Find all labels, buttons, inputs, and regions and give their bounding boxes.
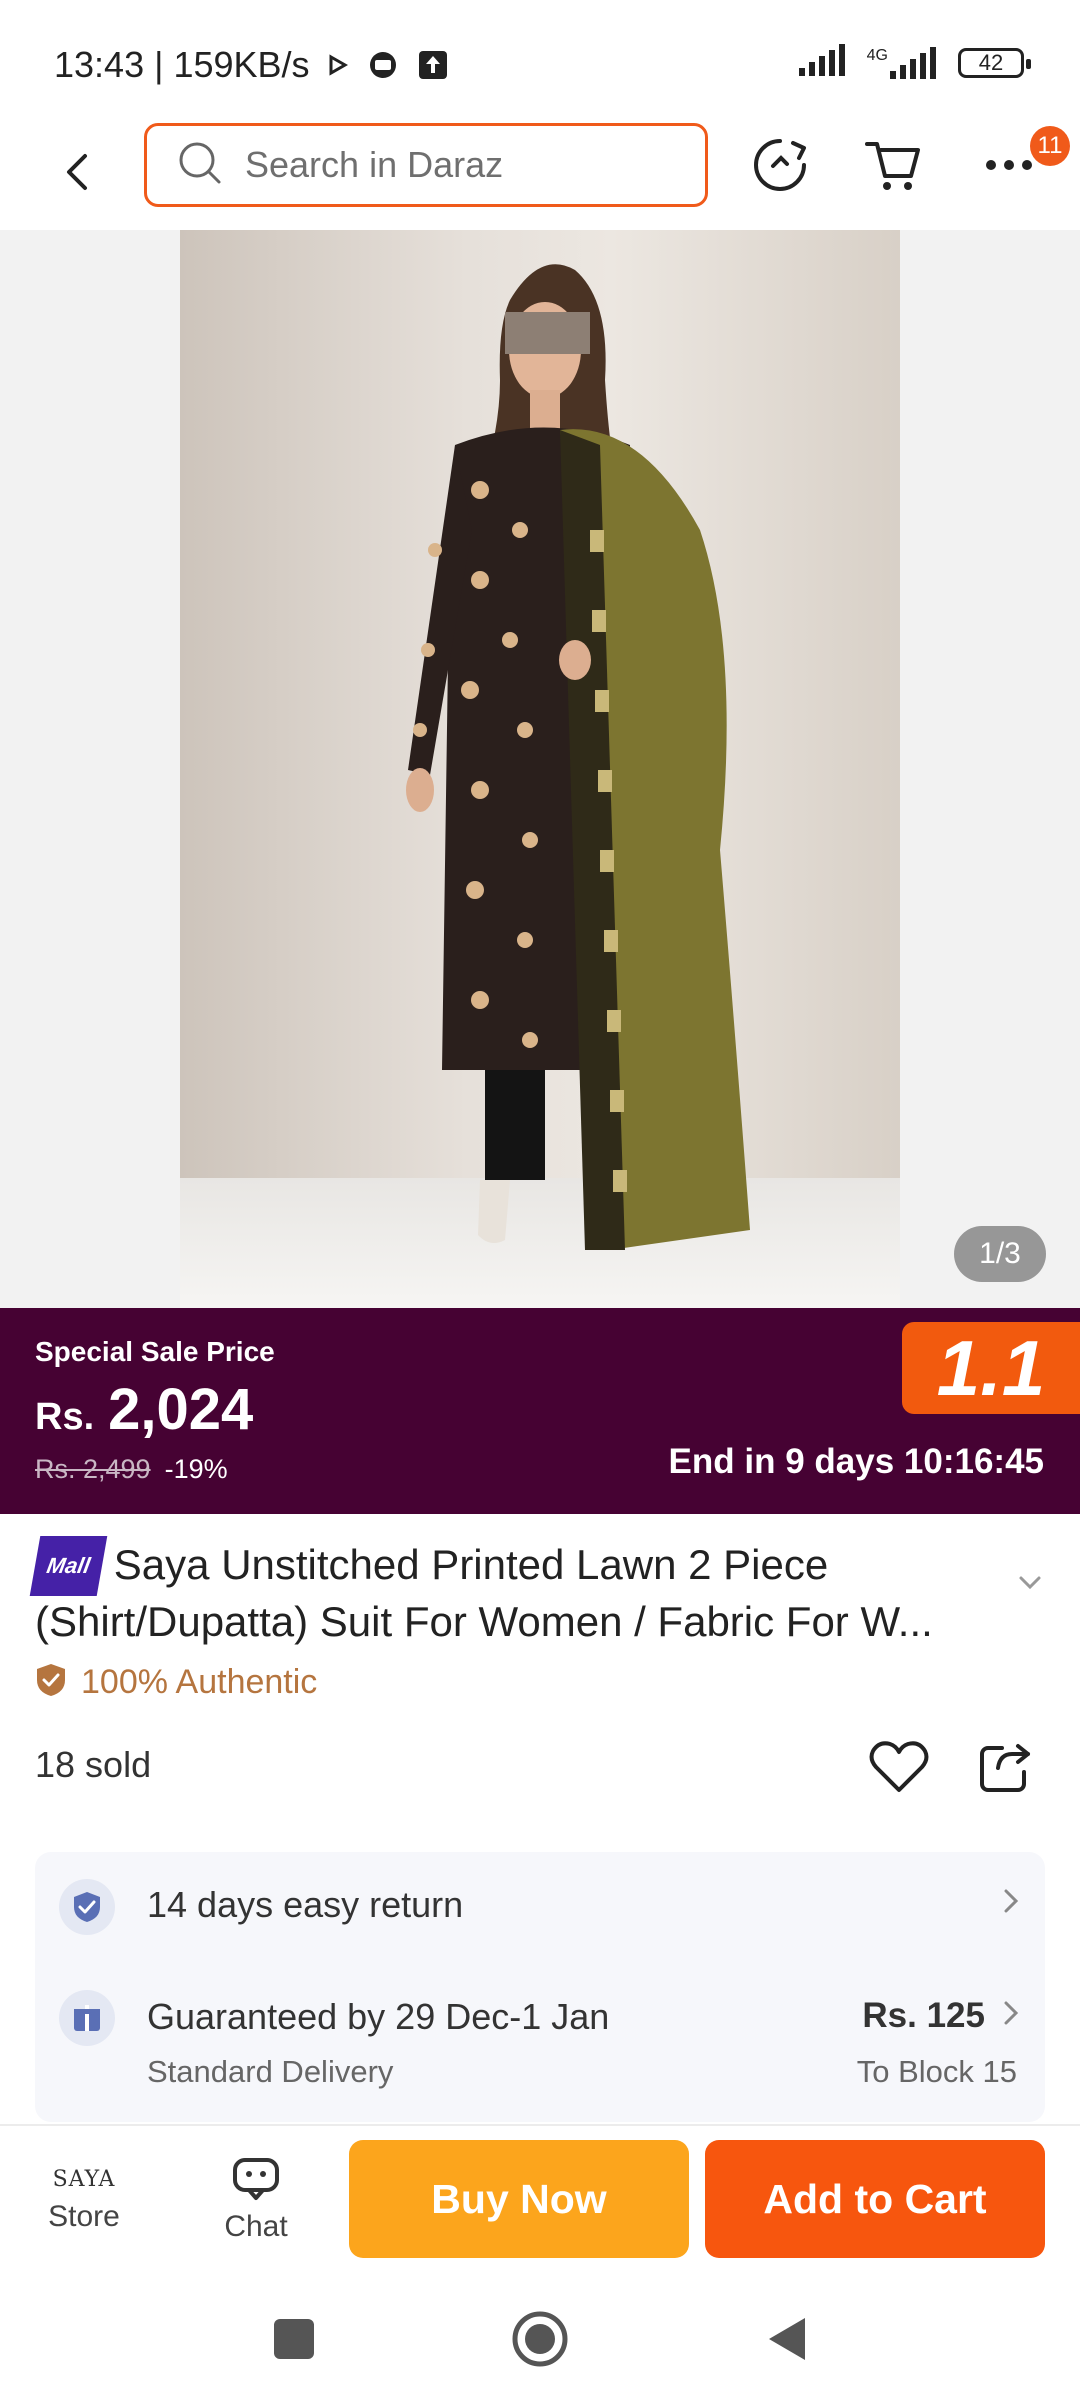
discount-percent: -19%: [164, 1454, 228, 1484]
home-button[interactable]: [505, 2304, 575, 2374]
shield-icon: [35, 1662, 67, 1703]
triangle-back-icon: [769, 2318, 805, 2360]
signal-4g-icon: 4G: [867, 46, 940, 79]
status-right: 4G 42: [798, 44, 1031, 81]
authentic-label: 100% Authentic: [81, 1663, 318, 1701]
share-button[interactable]: [972, 1734, 1038, 1800]
cart-badge: 11: [1030, 126, 1070, 166]
signal-icon: [798, 44, 849, 81]
back-nav-button[interactable]: [752, 2304, 822, 2374]
search-placeholder: Search in Daraz: [245, 144, 504, 185]
product-title: Mall Saya Unstitched Printed Lawn 2 Piece…: [29, 1536, 1025, 1648]
chat-label: Chat: [224, 2210, 288, 2243]
authentic-row: 100% Authentic: [35, 1662, 317, 1703]
share-icon: [980, 1744, 1030, 1792]
delivery-destination: To Block 15: [856, 2054, 1017, 2089]
heart-icon: [869, 1741, 929, 1792]
chat-icon: [233, 2158, 279, 2200]
delivery-box-icon: [59, 1990, 115, 2046]
back-button[interactable]: [46, 142, 106, 202]
store-logo: SAYA: [52, 2166, 116, 2192]
system-nav-bar: [0, 2270, 1080, 2400]
search-icon: [177, 140, 223, 191]
upload-icon: [418, 50, 448, 80]
chat-button[interactable]: Chat: [196, 2140, 316, 2260]
status-left: 13:43 | 159KB/s: [54, 44, 448, 86]
product-title-block[interactable]: Mall Saya Unstitched Printed Lawn 2 Piece…: [29, 1536, 1025, 1648]
product-image[interactable]: [180, 230, 900, 1308]
service-card: 14 days easy return Guaranteed by 29 Dec…: [35, 1852, 1045, 2122]
buy-now-button[interactable]: Buy Now: [349, 2140, 689, 2258]
chevron-right-icon: [1003, 2000, 1019, 2031]
sale-price: Rs. 2,024: [35, 1376, 253, 1443]
price-currency: Rs.: [35, 1396, 95, 1438]
sale-label: Special Sale Price: [35, 1336, 275, 1367]
history-button[interactable]: [745, 130, 815, 200]
event-tag: 1.1: [902, 1322, 1080, 1414]
product-gallery[interactable]: 1/3: [0, 230, 1080, 1308]
mall-badge: Mall: [29, 1536, 108, 1596]
model-illustration: [406, 264, 750, 1250]
battery-icon: 42: [958, 47, 1031, 78]
sale-countdown: End in 9 days 10:16:45: [668, 1442, 1044, 1481]
expand-title-button[interactable]: [1018, 1575, 1042, 1596]
status-bar: 13:43 | 159KB/s 4G 42: [0, 0, 1080, 120]
delivery-date: Guaranteed by 29 Dec-1 Jan: [147, 1996, 610, 2037]
delivery-row[interactable]: Guaranteed by 29 Dec-1 Jan Standard Deli…: [35, 1962, 1045, 2122]
returns-row[interactable]: 14 days easy return: [35, 1852, 1045, 1962]
wishlist-button[interactable]: [866, 1734, 932, 1800]
recents-button[interactable]: [259, 2304, 329, 2374]
original-price-row: Rs. 2,499 -19%: [35, 1454, 228, 1485]
more-icon: [986, 160, 1032, 170]
search-input[interactable]: Search in Daraz: [144, 123, 708, 207]
store-label: Store: [48, 2199, 120, 2233]
square-icon: [274, 2319, 314, 2359]
status-time: 13:43 | 159KB/s: [54, 44, 310, 85]
bottom-action-bar: SAYA Store Chat Buy Now Add to Cart: [0, 2124, 1080, 2270]
chevron-left-icon: [67, 154, 87, 190]
image-counter: 1/3: [954, 1226, 1046, 1282]
home-circle-icon: [512, 2311, 568, 2367]
chevron-right-icon: [1003, 1888, 1019, 1919]
sale-banner: Special Sale Price Rs. 2,024 Rs. 2,499 -…: [0, 1308, 1080, 1514]
store-button[interactable]: SAYA Store: [24, 2140, 144, 2260]
top-nav: Search in Daraz 11: [0, 120, 1080, 230]
media-icon: [366, 50, 400, 80]
chevron-down-icon: [1019, 1576, 1041, 1590]
history-icon: [754, 139, 806, 191]
original-price: Rs. 2,499: [35, 1454, 151, 1484]
price-amount: 2,024: [108, 1377, 254, 1442]
delivery-price: Rs. 125: [862, 1996, 985, 2035]
sold-count: 18 sold: [35, 1744, 152, 1785]
returns-label: 14 days easy return: [147, 1884, 464, 1925]
return-shield-icon: [59, 1879, 115, 1935]
cart-icon: [865, 142, 920, 190]
play-icon: [328, 54, 348, 76]
delivery-type: Standard Delivery: [147, 2054, 394, 2089]
cart-button[interactable]: [858, 130, 928, 200]
add-to-cart-button[interactable]: Add to Cart: [705, 2140, 1045, 2258]
